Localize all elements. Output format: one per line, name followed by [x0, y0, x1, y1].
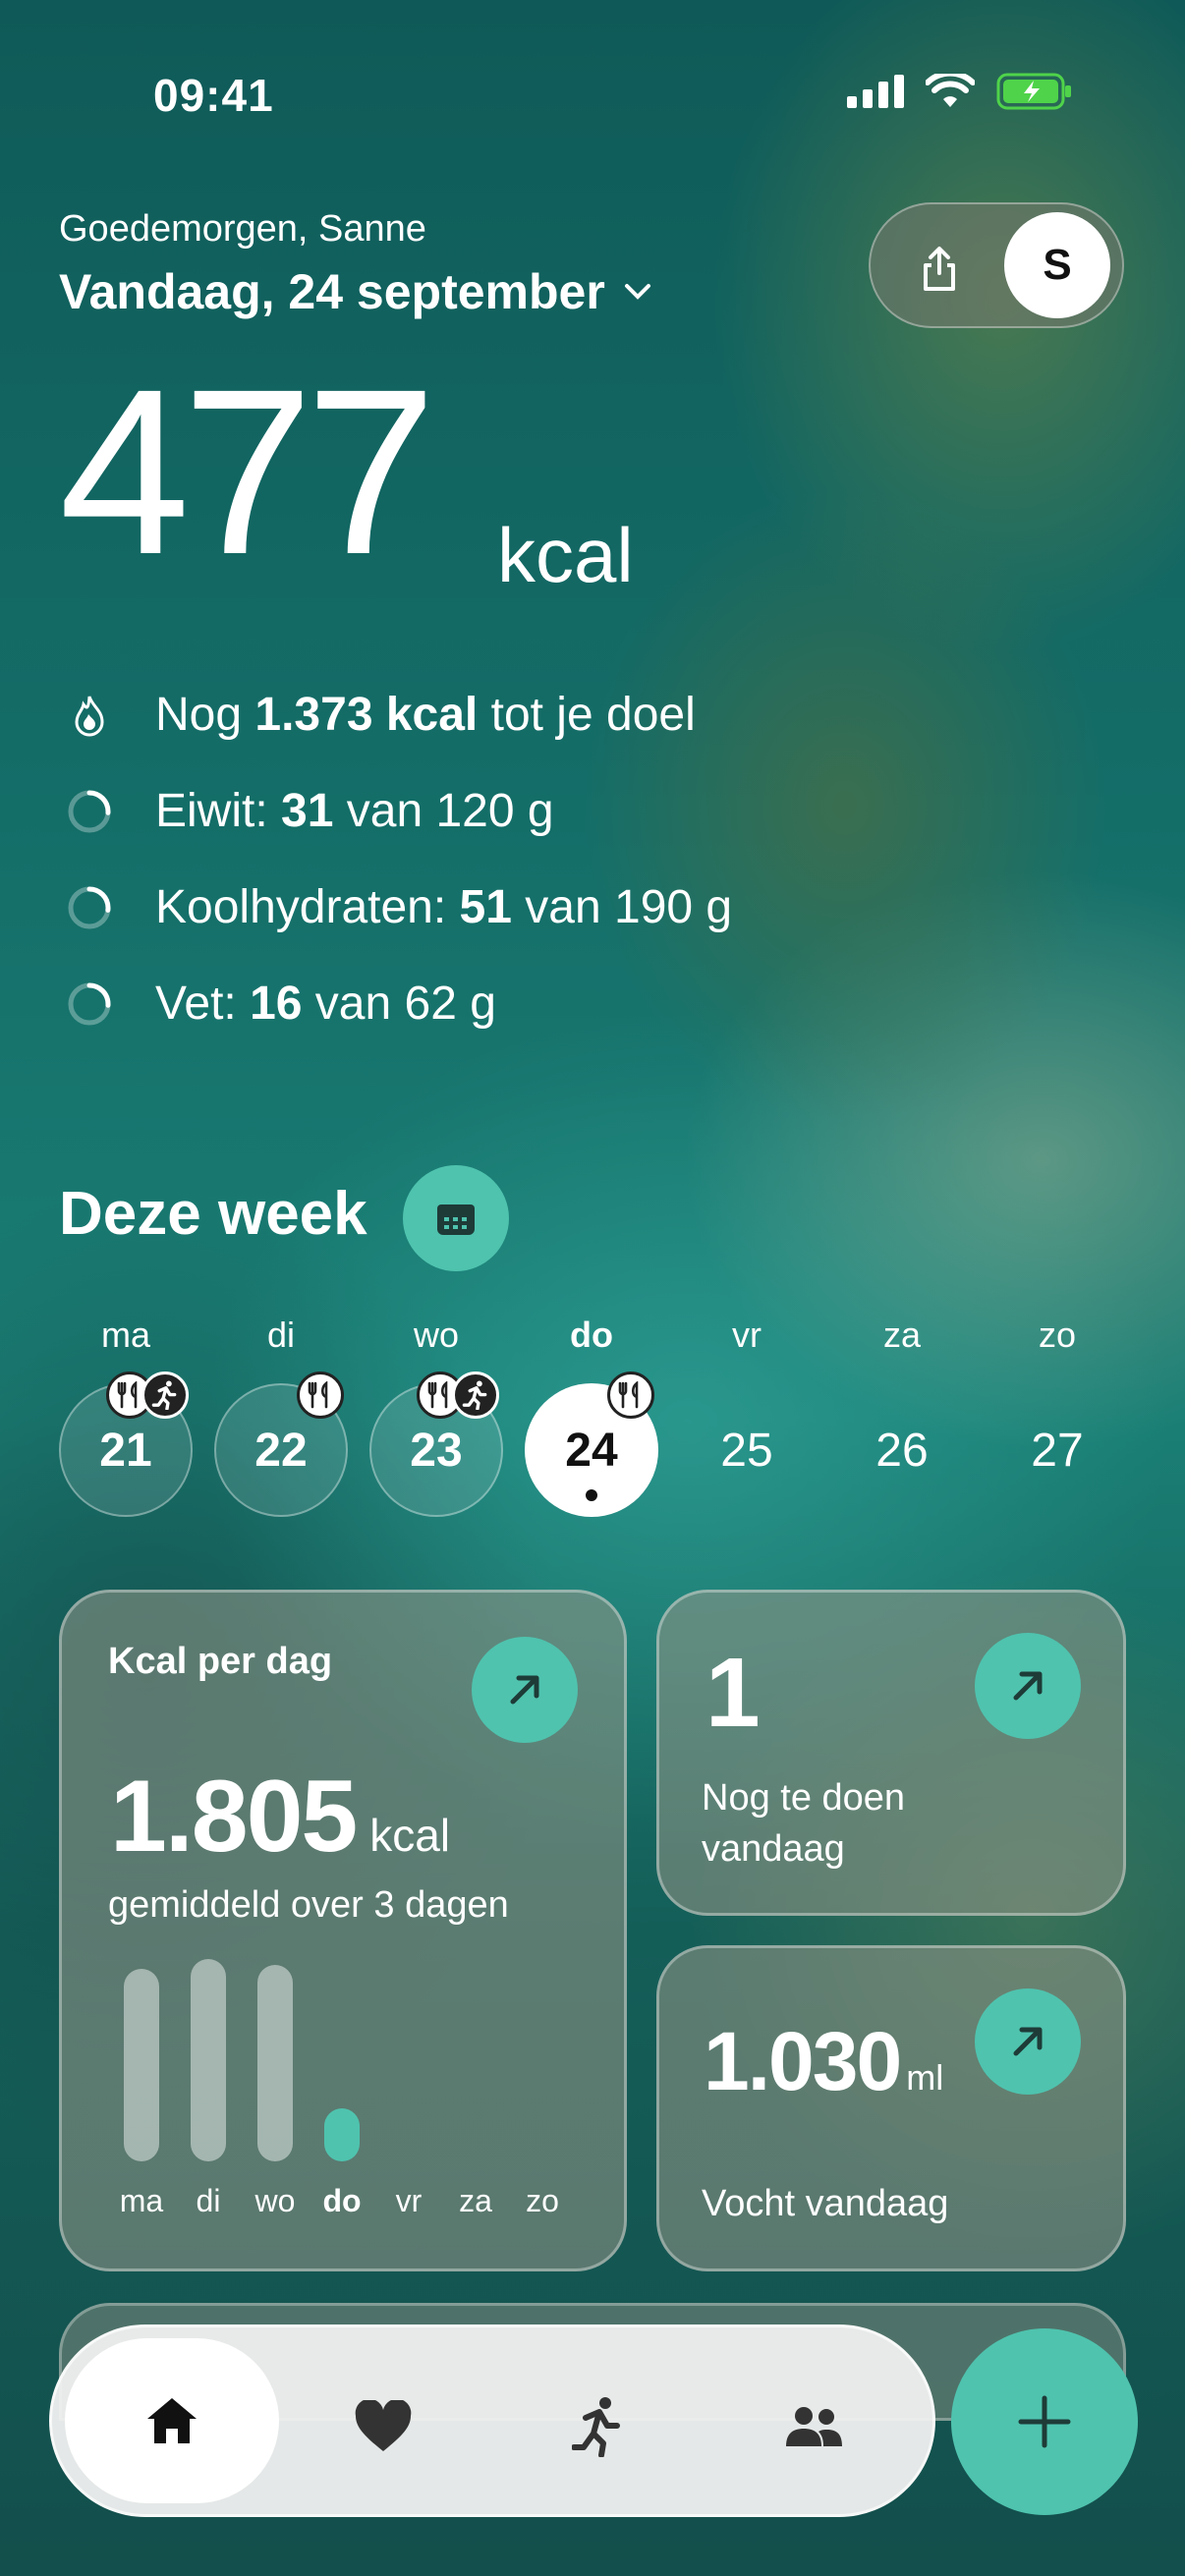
kcal-bar-label-do: do: [322, 2183, 362, 2218]
progress-ring-icon: [68, 790, 111, 832]
people-icon: [786, 2407, 842, 2446]
chevron-down-icon: [624, 284, 650, 300]
heart-icon: [355, 2400, 412, 2451]
fluid-card-open-button[interactable]: [975, 1988, 1081, 2095]
calories-value: 477: [59, 340, 436, 603]
day-number: 23: [410, 1424, 463, 1477]
day-label-wo: wo: [413, 1315, 460, 1355]
nav-health-tab[interactable]: [334, 2378, 432, 2476]
progress-ring-icon: [68, 886, 111, 928]
flame-icon: [75, 695, 104, 736]
todo-card-value: 1: [705, 1638, 761, 1748]
kcal-card-unit: kcal: [369, 1810, 451, 1861]
run-icon: [452, 1372, 499, 1419]
kcal-bar-do: [324, 2108, 360, 2161]
day-27[interactable]: 27: [990, 1383, 1124, 1517]
day-label-do: do: [570, 1315, 613, 1355]
todo-card-open-button[interactable]: [975, 1633, 1081, 1739]
date-label: Vandaag, 24 september: [59, 264, 605, 319]
kcal-bar-label-ma: ma: [119, 2183, 164, 2218]
progress-ring-icon: [68, 982, 111, 1025]
fluid-card-value-row: 1.030 ml: [704, 2014, 943, 2109]
day-number: 22: [254, 1424, 308, 1477]
calendar-button[interactable]: [403, 1165, 509, 1271]
battery-icon: [996, 73, 1071, 110]
day-number: 26: [875, 1424, 929, 1477]
todo-card-label: Nog te doen vandaag: [702, 1777, 906, 1870]
stat-remaining: Nog 1.373 kcal tot je doel: [67, 688, 696, 742]
plus-icon: [1018, 2395, 1071, 2448]
share-button[interactable]: [902, 232, 977, 307]
calendar-icon: [437, 1204, 475, 1235]
fluid-card-unit: ml: [906, 2057, 944, 2098]
food-icon: [607, 1372, 654, 1419]
arrow-up-right-icon: [1013, 2027, 1043, 2056]
arrow-up-right-icon: [1013, 1671, 1043, 1701]
fluid-card-label: Vocht vandaag: [702, 2183, 949, 2224]
date-selector[interactable]: Vandaag, 24 september: [59, 263, 652, 320]
kcal-bar-wo: [257, 1965, 293, 2161]
day-label-ma: ma: [100, 1315, 150, 1355]
stat-fat: Vet: 16 van 62 g: [67, 977, 496, 1031]
food-icon: [297, 1372, 344, 1419]
day-number: 24: [565, 1424, 618, 1477]
kcal-bar-label-vr: vr: [395, 2183, 423, 2218]
day-number: 25: [720, 1424, 773, 1477]
stat-carbs: Koolhydraten: 51 van 190 g: [67, 880, 732, 934]
greeting: Goedemorgen, Sanne: [59, 208, 426, 250]
kcal-bar-ma: [124, 1969, 159, 2161]
run-icon: [141, 1372, 189, 1419]
share-icon: [924, 247, 955, 291]
day-label-di: di: [266, 1315, 296, 1355]
kcal-card-open-button[interactable]: [472, 1637, 578, 1743]
kcal-card-title: Kcal per dag: [108, 1641, 333, 1682]
wifi-icon: [926, 74, 975, 107]
kcal-bar-label-za: za: [459, 2183, 492, 2218]
kcal-bar-label-wo: wo: [254, 2183, 296, 2218]
stat-protein: Eiwit: 31 van 120 g: [67, 784, 554, 838]
week-title: Deze week: [59, 1180, 367, 1248]
status-time: 09:41: [153, 70, 274, 121]
kcal-bar-label-di: di: [196, 2183, 221, 2218]
nav-activity-tab[interactable]: [548, 2378, 647, 2476]
signal-icon: [847, 75, 904, 108]
home-icon: [147, 2398, 197, 2443]
day-26[interactable]: 26: [835, 1383, 969, 1517]
day-label-vr: vr: [732, 1315, 762, 1355]
kcal-card-value: 1.805: [110, 1760, 358, 1874]
calories-unit: kcal: [497, 512, 634, 598]
day-number: 27: [1031, 1424, 1084, 1477]
day-number: 21: [99, 1424, 152, 1477]
day-25[interactable]: 25: [680, 1383, 814, 1517]
arrow-up-right-icon: [510, 1675, 539, 1705]
day-label-za: za: [882, 1315, 922, 1355]
fluid-card-value: 1.030: [704, 2015, 902, 2107]
avatar[interactable]: S: [1004, 212, 1110, 318]
today-dot: [586, 1489, 597, 1501]
kcal-bar-di: [191, 1959, 226, 2161]
status-icons: [847, 73, 1073, 110]
run-icon: [572, 2397, 620, 2457]
nav-home-tab[interactable]: [65, 2338, 279, 2503]
kcal-card-value-row: 1.805 kcal: [110, 1759, 450, 1876]
kcal-card-subtitle: gemiddeld over 3 dagen: [108, 1884, 509, 1926]
add-button[interactable]: [951, 2328, 1138, 2515]
kcal-bar-label-zo: zo: [526, 2183, 559, 2218]
day-label-zo: zo: [1038, 1315, 1077, 1355]
nav-social-tab[interactable]: [764, 2378, 863, 2476]
